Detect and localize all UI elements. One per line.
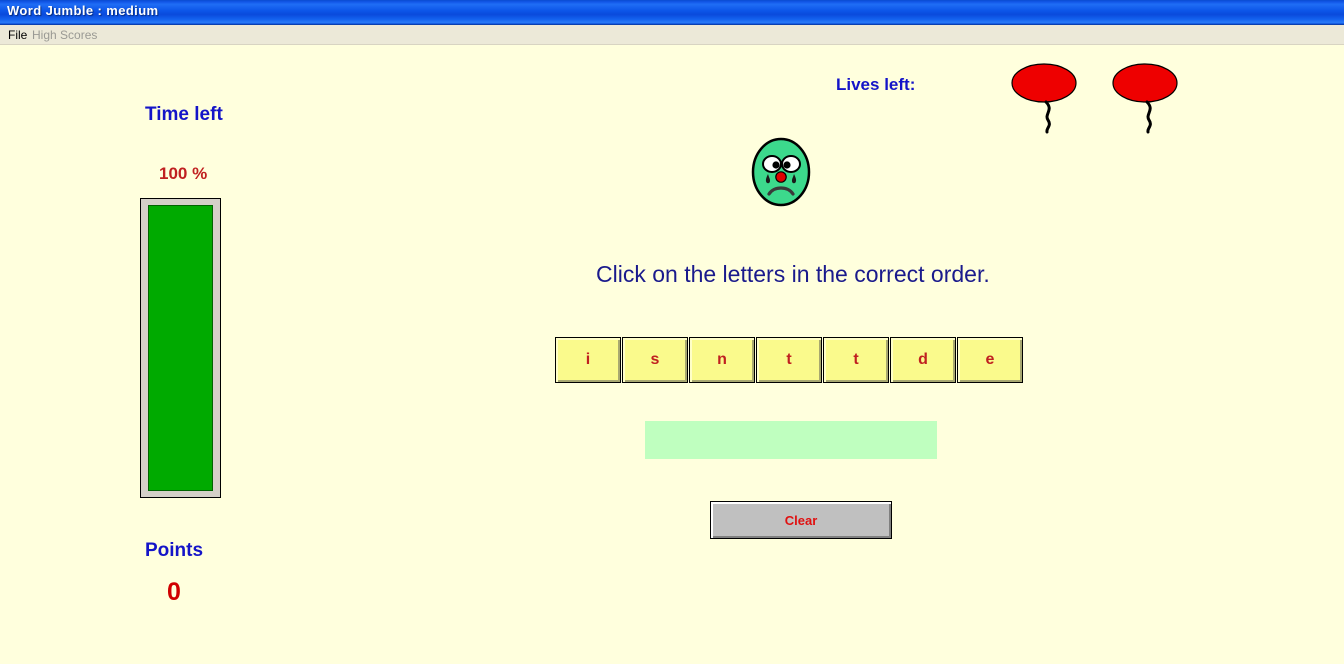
menu-item-high-scores: High Scores <box>32 28 98 42</box>
letter-tile[interactable]: s <box>622 337 688 383</box>
letter-tile[interactable]: d <box>890 337 956 383</box>
letter-tile[interactable]: n <box>689 337 755 383</box>
time-progress-track <box>148 205 213 491</box>
balloon-icon <box>1107 60 1187 135</box>
window-titlebar: Word Jumble : medium <box>0 0 1344 25</box>
time-progress-bar <box>140 198 221 498</box>
letter-tiles: isnttde <box>555 337 1023 383</box>
window-title: Word Jumble : medium <box>7 3 159 18</box>
lives-left-label: Lives left: <box>836 75 916 94</box>
menubar: File High Scores <box>0 25 1344 45</box>
points-value: 0 <box>167 578 181 606</box>
points-label: Points <box>145 540 204 561</box>
time-left-label: Time left <box>145 104 223 125</box>
letter-tile[interactable]: i <box>555 337 621 383</box>
time-left-percent: 100 % <box>159 164 208 183</box>
clear-button[interactable]: Clear <box>710 501 892 539</box>
answer-input[interactable] <box>645 421 937 459</box>
time-progress-fill <box>148 205 213 491</box>
letter-tile[interactable]: t <box>823 337 889 383</box>
sad-face-icon <box>750 136 812 208</box>
instruction-text: Click on the letters in the correct orde… <box>596 261 990 287</box>
letter-tile[interactable]: e <box>957 337 1023 383</box>
letter-tile[interactable]: t <box>756 337 822 383</box>
balloon-icon <box>1006 60 1086 135</box>
word-jumble-window: Word Jumble : medium File High Scores Ti… <box>0 0 1344 664</box>
